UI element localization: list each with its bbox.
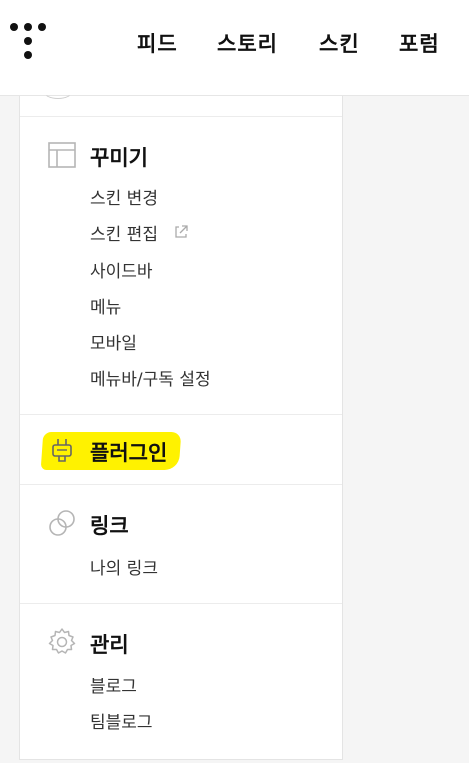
plug-icon [52, 439, 72, 462]
menu-item-skin-edit[interactable]: 스킨 편집 [90, 220, 158, 245]
divider [20, 116, 342, 117]
divider [20, 603, 342, 604]
layout-icon [48, 142, 76, 168]
admin-sidebar [19, 96, 343, 760]
menu-item-menu[interactable]: 메뉴 [90, 293, 121, 318]
menu-item-sidebar[interactable]: 사이드바 [90, 257, 153, 282]
gear-icon [48, 628, 76, 654]
section-title-decorate[interactable]: 꾸미기 [90, 142, 148, 172]
section-title-link[interactable]: 링크 [90, 510, 129, 540]
menu-item-team-blog[interactable]: 팀블로그 [90, 708, 153, 733]
menu-item-menubar-subscribe[interactable]: 메뉴바/구독 설정 [90, 365, 211, 390]
menu-item-my-links[interactable]: 나의 링크 [90, 554, 158, 579]
section-title-manage[interactable]: 관리 [90, 629, 129, 659]
divider [20, 484, 342, 485]
menu-item-blog[interactable]: 블로그 [90, 672, 137, 697]
nav-forum[interactable]: 포럼 [399, 28, 440, 58]
menu-item-mobile[interactable]: 모바일 [90, 329, 137, 354]
cut-off-icon [43, 83, 73, 99]
link-icon [49, 510, 75, 536]
divider [20, 414, 342, 415]
section-title-plugin[interactable]: 플러그인 [90, 437, 167, 467]
external-link-icon [175, 225, 188, 238]
menu-item-skin-change[interactable]: 스킨 변경 [90, 184, 158, 209]
nav-story[interactable]: 스토리 [217, 28, 278, 58]
nav-feed[interactable]: 피드 [137, 28, 178, 58]
tistory-logo-icon[interactable] [10, 23, 50, 63]
nav-skin[interactable]: 스킨 [319, 28, 360, 58]
top-bar: 피드 스토리 스킨 포럼 [0, 0, 469, 96]
